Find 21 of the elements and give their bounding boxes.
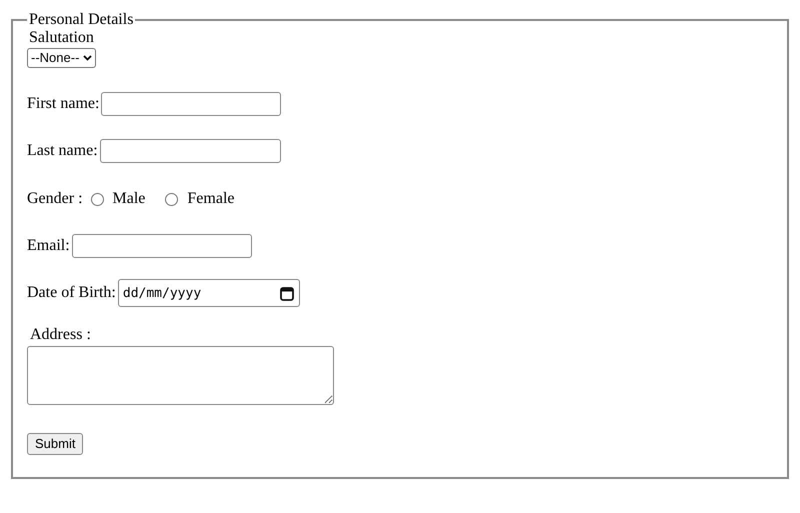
date-field[interactable]: dd/mm/yyyy <box>118 279 300 307</box>
text-field[interactable] <box>100 139 281 163</box>
radio-label: Male <box>112 189 146 209</box>
field-label: Address : <box>30 325 92 345</box>
submit-button[interactable]: Submit <box>27 433 84 455</box>
radio-button[interactable] <box>90 192 104 206</box>
field-label: First name: <box>27 94 100 114</box>
text-field[interactable] <box>101 92 282 116</box>
radio-label: Female <box>187 189 234 209</box>
caret-icon <box>83 55 92 61</box>
field-label: Last name: <box>27 141 98 161</box>
address-field[interactable] <box>27 346 334 405</box>
calendar-icon[interactable] <box>280 286 294 301</box>
salutation-select[interactable]: --None-- <box>27 48 96 68</box>
panel-legend: Personal Details <box>27 10 136 30</box>
field-label: Salutation <box>29 28 95 48</box>
text-field[interactable] <box>72 234 252 258</box>
radio-button[interactable] <box>165 192 178 206</box>
field-label: Date of Birth: <box>27 283 116 303</box>
field-label: Gender : <box>27 189 83 209</box>
field-label: Email: <box>27 236 70 256</box>
